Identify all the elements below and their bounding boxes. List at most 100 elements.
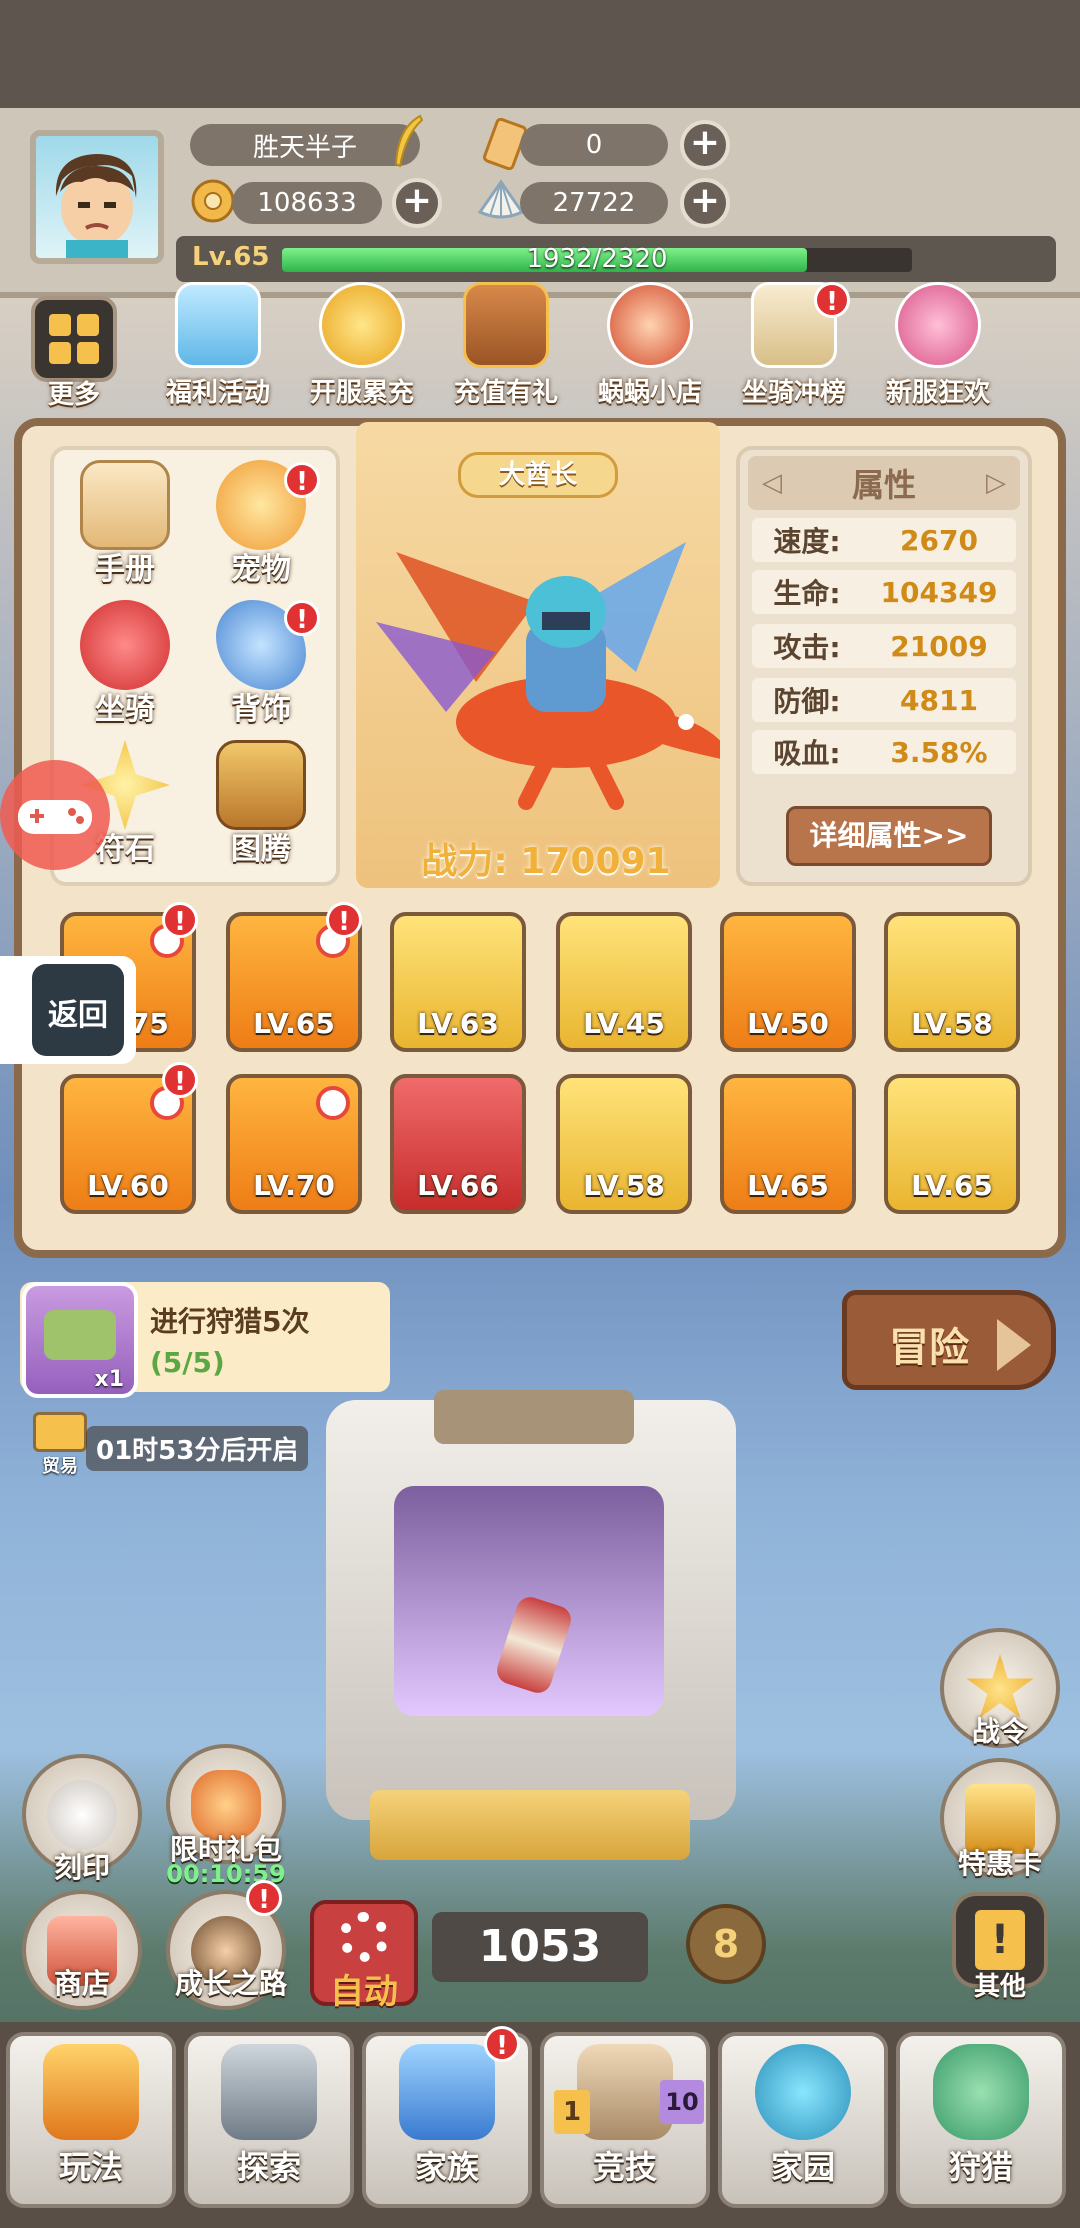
equip-level: LV.45 xyxy=(583,1007,665,1040)
back-button[interactable]: 返回 xyxy=(0,956,136,1064)
player-level: Lv.65 xyxy=(192,242,270,272)
nav-snail-shop[interactable]: 蜗蜗小店 xyxy=(580,282,720,412)
notification-badge: ! xyxy=(326,902,362,938)
speed-multiplier-button[interactable]: 8 xyxy=(686,1904,766,1984)
detail-attributes-button[interactable]: 详细属性>> xyxy=(786,806,992,866)
equip-slot-5[interactable]: LV.50 xyxy=(720,912,856,1052)
more-menu-button[interactable]: 更多 xyxy=(26,296,122,410)
ticket-count: 0 xyxy=(520,124,668,166)
equip-level: LV.60 xyxy=(87,1169,169,1202)
magnifier-map-icon xyxy=(221,2044,317,2140)
trade-label: 贸易 xyxy=(42,1456,78,1477)
auto-button[interactable]: 自动 xyxy=(310,1900,418,2012)
feature-handbook[interactable]: 手册 xyxy=(60,460,190,600)
next-arrow-icon[interactable]: ▷ xyxy=(986,468,1006,498)
equip-level: LV.58 xyxy=(911,1007,993,1040)
nav-label: 福利活动 xyxy=(165,378,270,408)
notification-badge: ! xyxy=(484,2026,520,2062)
quest-title: 进行狩猎5次 xyxy=(150,1305,310,1338)
battle-pass-label: 战令 xyxy=(971,1715,1028,1748)
equip-level: LV.50 xyxy=(747,1007,829,1040)
equip-slot-9[interactable]: LV.66 xyxy=(390,1074,526,1214)
notification-badge: ! xyxy=(284,600,320,636)
nav-label: 蜗蜗小店 xyxy=(597,378,702,408)
tab-gameplay[interactable]: 玩法 xyxy=(6,2032,176,2208)
notification-badge: ! xyxy=(162,902,198,938)
tab-label: 家园 xyxy=(770,2148,835,2186)
equip-slot-11[interactable]: LV.65 xyxy=(720,1074,856,1214)
equip-slot-10[interactable]: LV.58 xyxy=(556,1074,692,1214)
notification-badge: ! xyxy=(284,462,320,498)
equip-slot-12[interactable]: LV.65 xyxy=(884,1074,1020,1214)
equip-slot-4[interactable]: LV.45 xyxy=(556,912,692,1052)
nav-recharge-gift[interactable]: 充值有礼 xyxy=(436,282,576,412)
notification-badge: ! xyxy=(162,1062,198,1098)
add-shells-button[interactable]: + xyxy=(680,178,730,228)
tab-hunting[interactable]: 狩猎 xyxy=(896,2032,1066,2208)
engrave-label: 刻印 xyxy=(53,1851,110,1884)
exp-text: 1932/2320 xyxy=(526,244,668,274)
hero-mount-icon[interactable] xyxy=(356,422,720,888)
feature-label: 宠物 xyxy=(231,552,291,587)
attr-value: 2670 xyxy=(900,523,978,557)
trade-button[interactable]: 贸易 xyxy=(30,1412,90,1477)
quest-reward-icon: x1 xyxy=(22,1282,138,1398)
quest-progress: (5/5) xyxy=(150,1346,225,1379)
floating-gamepad-button[interactable] xyxy=(0,760,110,870)
player-name: 胜天半子 xyxy=(190,124,420,166)
mount-dino-icon xyxy=(80,600,170,690)
alert-scroll-icon: ! xyxy=(975,1910,1025,1970)
coin-icon xyxy=(190,178,236,224)
nav-server-recharge[interactable]: 开服累充 xyxy=(292,282,432,412)
equip-slot-3[interactable]: LV.63 xyxy=(390,912,526,1052)
attr-value: 3.58% xyxy=(890,735,988,769)
shell-icon xyxy=(476,176,526,226)
crossed-swords-icon xyxy=(577,2044,673,2140)
attr-value: 104349 xyxy=(880,575,998,609)
player-avatar[interactable] xyxy=(30,130,164,264)
attr-row-defense: 防御: 4811 xyxy=(752,678,1016,722)
tab-label: 家族 xyxy=(414,2148,479,2186)
nav-welfare[interactable]: 福利活动 xyxy=(148,282,288,412)
attr-key: 攻击: xyxy=(773,631,841,664)
feature-totem[interactable]: 图腾 xyxy=(196,740,326,880)
arena-right-number: 10 xyxy=(660,2080,704,2124)
add-coins-button[interactable]: + xyxy=(392,178,442,228)
nav-label: 开服累充 xyxy=(309,378,414,408)
feather-quill-icon[interactable] xyxy=(390,114,426,170)
attr-key: 速度: xyxy=(773,525,841,558)
avatar-portrait-icon xyxy=(55,154,137,258)
tab-home[interactable]: 家园 xyxy=(718,2032,888,2208)
prev-arrow-icon[interactable]: ◁ xyxy=(762,468,782,498)
adventure-button[interactable]: 冒险 xyxy=(842,1290,1056,1390)
special-card-label: 特惠卡 xyxy=(957,1847,1042,1880)
equip-level: LV.65 xyxy=(911,1169,993,1202)
top-status-area xyxy=(0,0,1080,112)
equip-slot-6[interactable]: LV.58 xyxy=(884,912,1020,1052)
equip-level: LV.58 xyxy=(583,1169,665,1202)
tab-label: 玩法 xyxy=(58,2148,123,2186)
nav-label: 新服狂欢 xyxy=(885,378,990,408)
tab-label: 探索 xyxy=(236,2148,301,2186)
shop-girl-icon xyxy=(607,282,693,368)
equip-level: LV.65 xyxy=(253,1007,335,1040)
hero-display: 大酋长 战力: 170091 xyxy=(356,422,720,888)
engrave-icon xyxy=(47,1780,117,1850)
tab-explore[interactable]: 探索 xyxy=(184,2032,354,2208)
upgrade-gem-icon xyxy=(316,1086,350,1120)
trade-timer: 01时53分后开启 xyxy=(86,1426,309,1471)
equip-slot-8[interactable]: LV.70 xyxy=(226,1074,362,1214)
feature-label: 坐骑 xyxy=(95,692,155,727)
feature-mount[interactable]: 坐骑 xyxy=(60,600,190,740)
shell-count: 27722 xyxy=(520,182,668,224)
attr-row-lifesteal: 吸血: 3.58% xyxy=(752,730,1016,774)
home-crystal-icon xyxy=(755,2044,851,2140)
tab-label: 竞技 xyxy=(592,2148,657,2186)
attr-key: 吸血: xyxy=(773,737,841,770)
add-tickets-button[interactable]: + xyxy=(680,120,730,170)
nav-new-server[interactable]: 新服狂欢 xyxy=(868,282,1008,412)
totem-icon xyxy=(216,740,306,830)
feature-label: 背饰 xyxy=(231,692,291,727)
clan-banner-icon xyxy=(399,2044,495,2140)
tab-label: 狩猎 xyxy=(948,2148,1013,2186)
